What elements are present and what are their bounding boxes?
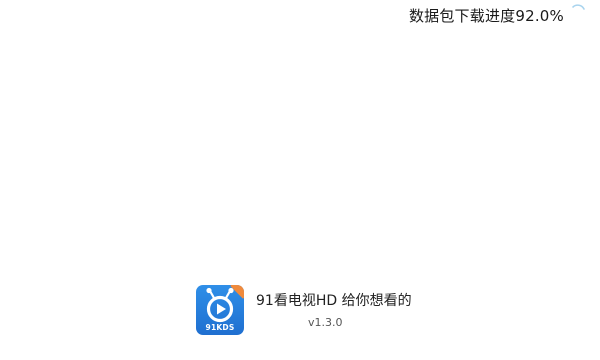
splash-screen: 数据包下载进度92.0% 91KDS 91看电视HD 给你想看的 v1.3.0 xyxy=(0,0,600,360)
loading-spinner-icon xyxy=(572,4,585,10)
app-icon-label: 91KDS xyxy=(205,323,235,332)
app-slogan: 91看电视HD 给你想看的 xyxy=(256,293,412,309)
app-version: v1.3.0 xyxy=(308,316,343,329)
brand-block: 91KDS 91看电视HD 给你想看的 v1.3.0 xyxy=(196,285,436,337)
app-icon: 91KDS xyxy=(196,285,244,335)
download-progress-text: 数据包下载进度92.0% xyxy=(408,7,564,25)
